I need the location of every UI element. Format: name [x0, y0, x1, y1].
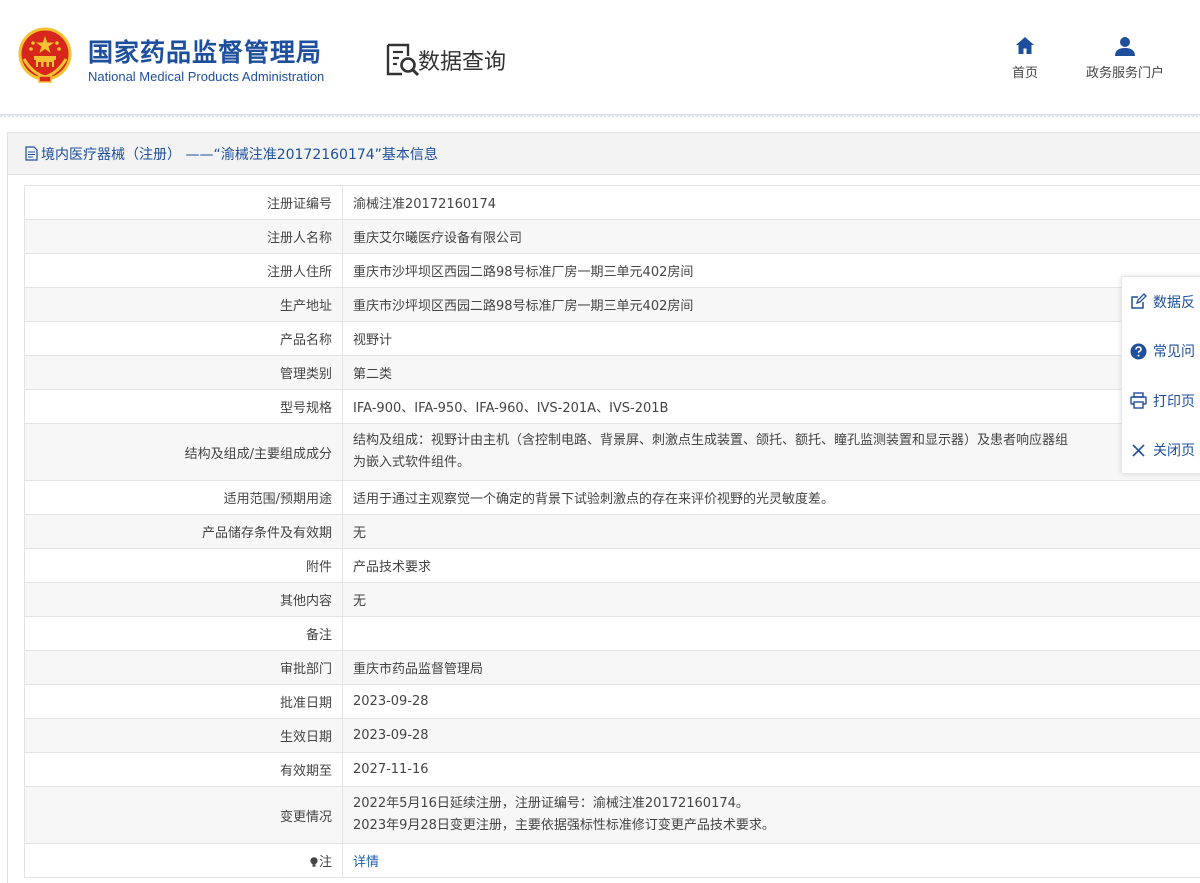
user-icon: [1115, 37, 1135, 56]
table-row: 结构及组成/主要组成成分 结构及组成：视野计由主机（含控制电路、背景屏、刺激点生…: [24, 423, 1200, 481]
row-value-product-name: 视野计: [342, 321, 1200, 356]
header-divider: [0, 114, 1200, 117]
table-row: 注册人名称 重庆艾尔曦医疗设备有限公司: [24, 219, 1200, 254]
row-label-other: 其他内容: [24, 582, 343, 617]
row-label-intended-use: 适用范围/预期用途: [24, 480, 343, 515]
faq-button[interactable]: 常见问: [1122, 327, 1200, 377]
row-value-other: 无: [342, 582, 1200, 617]
print-label: 打印页: [1153, 393, 1195, 410]
note-label-text: 注: [318, 855, 332, 870]
details-link[interactable]: 详情: [353, 855, 379, 870]
nav-portal-label: 政务服务门户: [1085, 66, 1164, 81]
close-page-label: 关闭页: [1153, 443, 1195, 460]
row-value-registrant-address: 重庆市沙坪坝区西园二路98号标准厂房一期三单元402房间: [342, 253, 1200, 288]
row-value-structure: 结构及组成：视野计由主机（含控制电路、背景屏、刺激点生成装置、颌托、额托、瞳孔监…: [342, 423, 1200, 481]
help-icon: [1130, 343, 1147, 360]
print-icon: [1130, 392, 1147, 409]
table-row: 生效日期 2023-09-28: [24, 718, 1200, 753]
row-label-note: 注: [24, 843, 343, 878]
row-label-product-name: 产品名称: [24, 321, 343, 356]
table-row: 有效期至 2027-11-16: [24, 752, 1200, 787]
site-header: 国家药品监督管理局 National Medical Products Admi…: [0, 0, 1200, 114]
row-label-model-spec: 型号规格: [24, 389, 343, 424]
row-value-model-spec: IFA-900、IFA-950、IFA-960、IVS-201A、IVS-201…: [342, 389, 1200, 424]
floating-tool-panel: 数据反 常见问 打印页 关闭页: [1121, 276, 1200, 474]
row-value-attachment: 产品技术要求: [342, 548, 1200, 583]
nav-portal-link[interactable]: 政务服务门户: [1080, 36, 1170, 81]
row-value-intended-use: 适用于通过主观察觉一个确定的背景下试验刺激点的存在来评价视野的光灵敏度差。: [342, 480, 1200, 515]
row-label-production-address: 生产地址: [24, 287, 343, 322]
row-label-registration-number: 注册证编号: [24, 185, 343, 220]
changes-line-2: 2023年9月28日变更注册，主要依据强标性标准修订变更产品技术要求。: [353, 818, 775, 833]
faq-label: 常见问: [1153, 344, 1195, 361]
site-title-cn[interactable]: 国家药品监督管理局: [88, 33, 322, 69]
table-row: 管理类别 第二类: [24, 355, 1200, 390]
table-row: 注册证编号 渝械注准20172160174: [24, 185, 1200, 220]
row-value-effective-date: 2023-09-28: [342, 718, 1200, 753]
section-title: 数据查询: [418, 50, 507, 75]
row-label-registrant-name: 注册人名称: [24, 219, 343, 254]
panel-heading: 境内医疗器械（注册） ——“渝械注准20172160174”基本信息: [8, 133, 1200, 175]
row-label-storage: 产品储存条件及有效期: [24, 514, 343, 549]
structure-line-1: 结构及组成：视野计由主机（含控制电路、背景屏、刺激点生成装置、颌托、额托、瞳孔监…: [353, 433, 1069, 448]
feedback-button[interactable]: 数据反: [1122, 277, 1200, 327]
structure-line-2: 为嵌入式软件组件。: [353, 455, 471, 470]
panel-heading-text: 境内医疗器械（注册） ——“渝械注准20172160174”基本信息: [41, 146, 438, 163]
table-row: 其他内容 无: [24, 582, 1200, 617]
table-row: 变更情况 2022年5月16日延续注册，注册证编号：渝械注准2017216017…: [24, 786, 1200, 844]
table-row: 产品名称 视野计: [24, 321, 1200, 356]
row-value-approval-dept: 重庆市药品监督管理局: [342, 650, 1200, 685]
device-info-table: 注册证编号 渝械注准20172160174 注册人名称 重庆艾尔曦医疗设备有限公…: [24, 185, 1200, 878]
table-row: 附件 产品技术要求: [24, 548, 1200, 583]
national-emblem-icon: [18, 27, 72, 83]
edit-icon: [1131, 293, 1147, 309]
feedback-label: 数据反: [1153, 294, 1195, 311]
table-row: 注册人住所 重庆市沙坪坝区西园二路98号标准厂房一期三单元402房间: [24, 253, 1200, 288]
row-value-registrant-name: 重庆艾尔曦医疗设备有限公司: [342, 219, 1200, 254]
row-value-changes: 2022年5月16日延续注册，注册证编号：渝械注准20172160174。 20…: [342, 786, 1200, 844]
table-row: 产品储存条件及有效期 无: [24, 514, 1200, 549]
data-query-icon: [386, 43, 419, 77]
table-row: 审批部门 重庆市药品监督管理局: [24, 650, 1200, 685]
row-label-effective-date: 生效日期: [24, 718, 343, 753]
row-label-remarks: 备注: [24, 616, 343, 651]
table-row: 备注: [24, 616, 1200, 651]
changes-line-1: 2022年5月16日延续注册，注册证编号：渝械注准20172160174。: [353, 796, 749, 811]
table-row: 生产地址 重庆市沙坪坝区西园二路98号标准厂房一期三单元402房间: [24, 287, 1200, 322]
row-label-registrant-address: 注册人住所: [24, 253, 343, 288]
document-icon: [25, 146, 38, 161]
nav-home-label: 首页: [1011, 66, 1038, 81]
close-page-button[interactable]: 关闭页: [1122, 426, 1200, 476]
row-label-attachment: 附件: [24, 548, 343, 583]
nav-home-link[interactable]: 首页: [1004, 36, 1046, 81]
table-row: 批准日期 2023-09-28: [24, 684, 1200, 719]
table-row: 型号规格 IFA-900、IFA-950、IFA-960、IVS-201A、IV…: [24, 389, 1200, 424]
row-value-storage: 无: [342, 514, 1200, 549]
table-row: 适用范围/预期用途 适用于通过主观察觉一个确定的背景下试验刺激点的存在来评价视野…: [24, 480, 1200, 515]
row-value-production-address: 重庆市沙坪坝区西园二路98号标准厂房一期三单元402房间: [342, 287, 1200, 322]
table-row: 注 详情: [24, 843, 1200, 878]
row-value-expiry-date: 2027-11-16: [342, 752, 1200, 787]
row-label-structure: 结构及组成/主要组成成分: [24, 423, 343, 481]
row-label-expiry-date: 有效期至: [24, 752, 343, 787]
row-value-remarks: [342, 616, 1200, 651]
row-value-registration-number: 渝械注准20172160174: [342, 185, 1200, 220]
row-label-changes: 变更情况: [24, 786, 343, 844]
close-icon: [1132, 444, 1145, 457]
lightbulb-icon: [310, 857, 318, 867]
device-info-panel: 境内医疗器械（注册） ——“渝械注准20172160174”基本信息 注册证编号…: [7, 132, 1200, 883]
row-value-approval-date: 2023-09-28: [342, 684, 1200, 719]
print-button[interactable]: 打印页: [1122, 376, 1200, 426]
row-label-approval-date: 批准日期: [24, 684, 343, 719]
site-title-en[interactable]: National Medical Products Administration: [88, 69, 324, 84]
row-label-management-class: 管理类别: [24, 355, 343, 390]
row-value-management-class: 第二类: [342, 355, 1200, 390]
row-label-approval-dept: 审批部门: [24, 650, 343, 685]
row-value-note: 详情: [342, 843, 1200, 878]
home-icon: [1016, 37, 1034, 54]
